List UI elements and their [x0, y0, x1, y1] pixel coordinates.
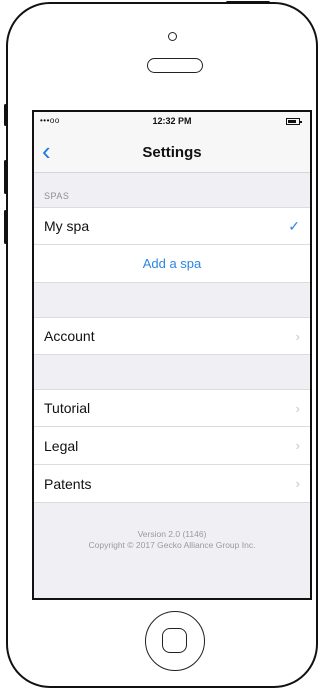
- speaker-grille: [147, 58, 203, 73]
- home-square-icon: [162, 628, 187, 653]
- app-footer: Version 2.0 (1146) Copyright © 2017 Geck…: [34, 503, 310, 551]
- status-bar: •••oo 12:32 PM: [34, 112, 310, 132]
- mute-switch: [4, 104, 7, 126]
- row-tutorial[interactable]: Tutorial ›: [34, 389, 310, 427]
- section-header-spas: SPAS: [34, 173, 310, 207]
- section-spacer: [34, 283, 310, 317]
- volume-up-button: [4, 160, 7, 194]
- home-button[interactable]: [145, 611, 205, 671]
- row-label: Tutorial: [44, 400, 91, 416]
- battery-icon: [286, 118, 302, 125]
- chevron-left-icon[interactable]: ‹: [42, 138, 51, 164]
- spas-group: My spa ✓ Add a spa: [34, 207, 310, 283]
- checkmark-icon: ✓: [288, 217, 300, 234]
- row-patents[interactable]: Patents ›: [34, 465, 310, 503]
- account-group: Account ›: [34, 317, 310, 355]
- power-button: [226, 1, 270, 4]
- spa-row-my-spa[interactable]: My spa ✓: [34, 207, 310, 245]
- chevron-right-icon: ›: [295, 438, 300, 453]
- row-account[interactable]: Account ›: [34, 317, 310, 355]
- row-label: Patents: [44, 475, 92, 492]
- status-time: 12:32 PM: [152, 116, 192, 126]
- copyright-text: Copyright © 2017 Gecko Alliance Group In…: [88, 540, 256, 550]
- version-text: Version 2.0 (1146): [137, 529, 207, 539]
- app-screen: •••oo 12:32 PM ‹ Settings SPAS My spa ✓ …: [32, 110, 312, 600]
- camera-icon: [168, 32, 177, 41]
- row-legal[interactable]: Legal ›: [34, 427, 310, 465]
- section-spacer: [34, 355, 310, 389]
- chevron-right-icon: ›: [295, 328, 300, 344]
- row-label: Account: [44, 328, 95, 344]
- phone-frame: •••oo 12:32 PM ‹ Settings SPAS My spa ✓ …: [6, 2, 318, 688]
- add-spa-label: Add a spa: [142, 256, 202, 271]
- page-title: Settings: [142, 143, 202, 161]
- chevron-right-icon: ›: [295, 476, 300, 491]
- chevron-right-icon: ›: [295, 400, 300, 416]
- nav-bar: ‹ Settings: [34, 132, 310, 173]
- spa-label: My spa: [44, 218, 90, 234]
- info-group: Tutorial › Legal › Patents ›: [34, 389, 310, 503]
- add-spa-button[interactable]: Add a spa: [34, 245, 310, 283]
- row-label: Legal: [44, 437, 79, 454]
- volume-down-button: [4, 210, 7, 244]
